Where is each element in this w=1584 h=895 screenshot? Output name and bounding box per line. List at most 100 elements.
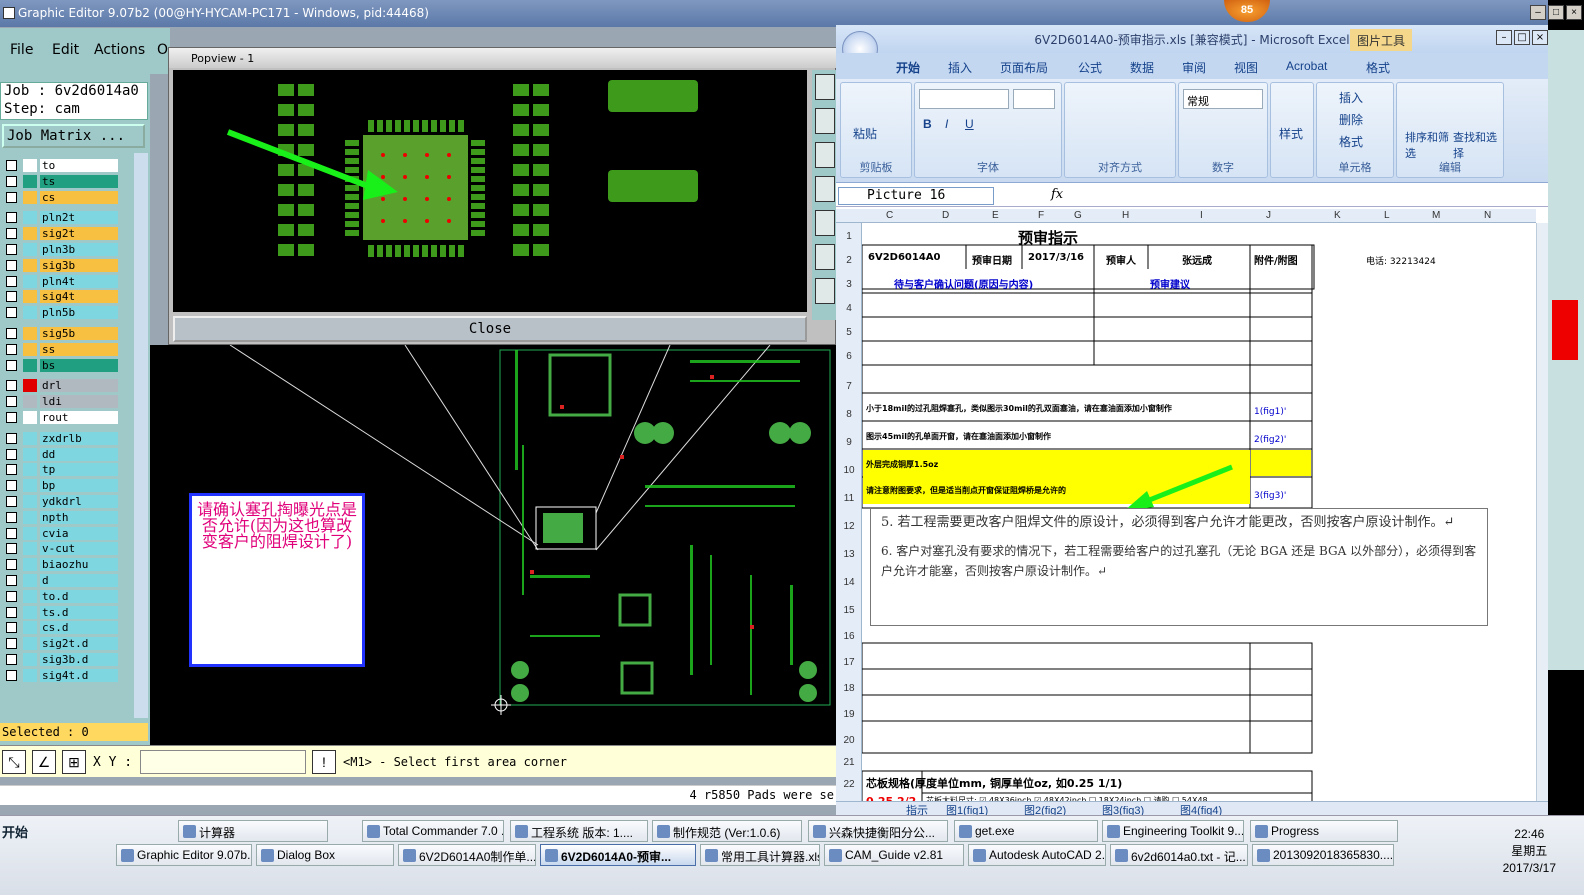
layer-row[interactable]: sig3b xyxy=(4,258,119,273)
layer-color-swatch[interactable] xyxy=(23,379,37,393)
vertical-scrollbar[interactable] xyxy=(1536,223,1548,801)
row-header[interactable]: 8 xyxy=(836,409,862,420)
layer-color-swatch[interactable] xyxy=(23,274,37,288)
cell-r10[interactable]: 外层完成铜厚1.5oz xyxy=(866,459,938,470)
layer-checkbox[interactable] xyxy=(6,480,17,492)
layer-checkbox[interactable] xyxy=(6,432,17,444)
layer-color-swatch[interactable] xyxy=(23,431,37,445)
cell-r9[interactable]: 图示45mil的孔单面开窗，请在塞油面添加小窗制作 xyxy=(866,431,1051,442)
tab-view[interactable]: 视图 xyxy=(1234,59,1258,76)
layer-name[interactable]: sig2t.d xyxy=(40,637,118,651)
layer-name[interactable]: pln5b xyxy=(40,306,118,320)
row-header[interactable]: 11 xyxy=(836,493,862,504)
layer-name[interactable]: sig3b xyxy=(40,258,118,272)
layer-checkbox[interactable] xyxy=(6,291,17,303)
layer-row[interactable]: drl xyxy=(4,378,119,393)
fig2-link[interactable]: 2(fig2)' xyxy=(1254,435,1286,445)
cell-suggest-header[interactable]: 预审建议 xyxy=(1150,276,1190,291)
layer-color-swatch[interactable] xyxy=(23,411,37,424)
layer-name[interactable]: npth xyxy=(40,510,118,524)
layer-row[interactable]: tp xyxy=(4,462,119,477)
layer-name[interactable]: ts xyxy=(40,174,118,188)
layer-row[interactable]: cs xyxy=(4,190,119,205)
format-button[interactable]: 格式 xyxy=(1339,133,1363,150)
layer-name[interactable]: rout xyxy=(40,411,118,424)
layer-name[interactable]: zxdrlb xyxy=(40,431,118,445)
row-header[interactable]: 22 xyxy=(836,779,862,790)
tab-data[interactable]: 数据 xyxy=(1130,59,1154,76)
measure-tool-icon[interactable]: ∠ xyxy=(32,750,56,774)
row-header[interactable]: 20 xyxy=(836,735,862,746)
layer-checkbox[interactable] xyxy=(6,412,17,423)
row-header[interactable]: 1 xyxy=(836,231,862,242)
column-header[interactable]: E xyxy=(992,210,999,221)
layer-checkbox[interactable] xyxy=(6,527,17,539)
layer-row[interactable]: sig5b xyxy=(4,326,119,341)
layer-name[interactable]: pln2t xyxy=(40,211,118,225)
layer-row[interactable]: sig3b.d xyxy=(4,652,119,667)
cell-phone[interactable]: 电话: 32213424 xyxy=(1366,254,1436,267)
layer-name[interactable]: dd xyxy=(40,447,118,461)
layer-name[interactable]: cs.d xyxy=(40,621,118,635)
row-header[interactable]: 5 xyxy=(836,327,862,338)
menu-file[interactable]: File xyxy=(10,42,33,58)
layer-name[interactable]: ss xyxy=(40,342,118,356)
layer-color-swatch[interactable] xyxy=(23,447,37,461)
excel-window[interactable]: 6V2D6014A0-预审指示.xls [兼容模式] - Microsoft E… xyxy=(836,25,1548,817)
layer-color-swatch[interactable] xyxy=(23,637,37,651)
layer-color-swatch[interactable] xyxy=(23,605,37,619)
layer-name[interactable]: ldi xyxy=(40,395,118,409)
layer-color-swatch[interactable] xyxy=(23,510,37,524)
layer-color-swatch[interactable] xyxy=(23,621,37,635)
layer-row[interactable]: ts xyxy=(4,174,119,189)
column-header[interactable]: N xyxy=(1484,210,1491,221)
layer-checkbox[interactable] xyxy=(6,212,17,224)
layer-name[interactable]: sig4t xyxy=(40,290,118,304)
layer-color-swatch[interactable] xyxy=(23,463,37,477)
tab-home[interactable]: 开始 xyxy=(896,59,920,76)
layer-row[interactable]: cs.d xyxy=(4,620,119,635)
row-header[interactable]: 13 xyxy=(836,549,862,560)
layer-checkbox[interactable] xyxy=(6,396,17,408)
layer-row[interactable]: sig4t xyxy=(4,289,119,304)
layer-name[interactable]: cs xyxy=(40,190,118,204)
layer-checkbox[interactable] xyxy=(6,448,17,460)
layer-color-swatch[interactable] xyxy=(23,258,37,272)
layer-color-swatch[interactable] xyxy=(23,479,37,493)
layer-color-swatch[interactable] xyxy=(23,358,37,372)
layer-row[interactable]: sig2t.d xyxy=(4,636,119,651)
row-header[interactable]: 3 xyxy=(836,279,862,290)
cell-reviewer[interactable]: 张远成 xyxy=(1182,252,1212,267)
row-header[interactable]: 19 xyxy=(836,709,862,720)
taskbar-item[interactable]: 常用工具计算器.xls... xyxy=(700,844,820,866)
layer-color-swatch[interactable] xyxy=(23,190,37,204)
tool-icon[interactable] xyxy=(815,176,835,202)
layer-row[interactable]: ts.d xyxy=(4,605,119,620)
layer-color-swatch[interactable] xyxy=(23,589,37,603)
layer-color-swatch[interactable] xyxy=(23,668,37,682)
layer-checkbox[interactable] xyxy=(6,511,17,523)
minimize-icon[interactable]: – xyxy=(1496,30,1512,45)
row-header[interactable]: 2 xyxy=(836,255,862,266)
layer-name[interactable]: sig3b.d xyxy=(40,653,118,666)
taskbar-item[interactable]: Total Commander 7.0 ... xyxy=(362,820,504,842)
tool-icon[interactable] xyxy=(815,108,835,134)
layer-row[interactable]: ss xyxy=(4,342,119,357)
layer-color-swatch[interactable] xyxy=(23,174,37,188)
row-header[interactable]: 17 xyxy=(836,657,862,668)
taskbar-item[interactable]: Dialog Box xyxy=(256,844,394,866)
job-matrix-button[interactable]: Job Matrix ... xyxy=(2,124,145,148)
taskbar-item[interactable]: 兴森快捷衡阳分公... xyxy=(808,820,948,842)
column-header[interactable]: K xyxy=(1334,210,1341,221)
layer-name[interactable]: bs xyxy=(40,358,118,372)
layer-color-swatch[interactable] xyxy=(23,306,37,320)
popview-canvas[interactable] xyxy=(173,70,807,312)
layer-name[interactable]: pln3b xyxy=(40,243,118,256)
taskbar-item[interactable]: 计算器 xyxy=(178,820,328,842)
bold-icon[interactable]: B xyxy=(923,117,932,131)
layer-checkbox[interactable] xyxy=(6,590,17,602)
layer-color-swatch[interactable] xyxy=(23,558,37,572)
layer-color-swatch[interactable] xyxy=(23,327,37,340)
layer-row[interactable]: bp xyxy=(4,478,119,493)
layer-checkbox[interactable] xyxy=(6,259,17,271)
